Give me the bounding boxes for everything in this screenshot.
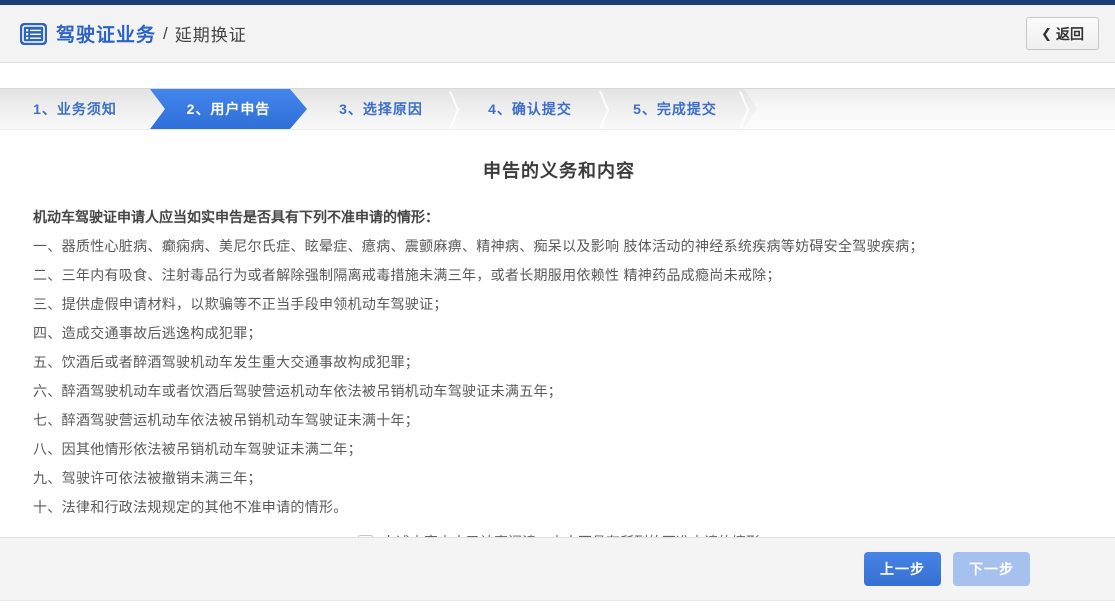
back-button[interactable]: ❮ 返回 [1026, 17, 1099, 50]
step-2-user-declaration-active[interactable]: 2、用户申告 [150, 89, 307, 129]
step-label: 3、选择原因 [339, 101, 423, 117]
declaration-item: 九、驾驶许可依法被撤销未满三年； [33, 470, 262, 486]
declaration-item: 十、法律和行政法规规定的其他不准申请的情形。 [33, 499, 348, 515]
declaration-intro: 机动车驾驶证申请人应当如实申告是否具有下列不准申请的情形： [33, 209, 439, 225]
declaration-item: 四、造成交通事故后逃逸构成犯罪； [33, 325, 262, 341]
breadcrumb-primary: 驾驶证业务 [56, 25, 157, 46]
footer-action-bar: 上一步 下一步 [0, 537, 1115, 601]
header-steps-gap [0, 63, 1115, 88]
list-icon [20, 22, 47, 45]
declaration-item: 五、饮酒后或者醉酒驾驶机动车发生重大交通事故构成犯罪； [33, 354, 420, 370]
step-3-select-reason[interactable]: 3、选择原因 [307, 89, 460, 130]
back-button-label: 返回 [1056, 25, 1084, 42]
page-title: 申告的义务和内容 [483, 161, 635, 181]
step-4-confirm-submit[interactable]: 4、确认提交 [455, 89, 610, 130]
step-5-finish-submit[interactable]: 5、完成提交 [605, 89, 750, 130]
previous-step-button[interactable]: 上一步 [864, 552, 941, 586]
page: 驾驶证业务 / 延期换证 ❮ 返回 1、业务须知 2、用户申告 3、选择原因 4… [0, 0, 1115, 614]
declaration-item: 一、器质性心脏病、癫痫病、美尼尔氏症、眩晕症、癔病、震颤麻痹、精神病、痴呆以及影… [33, 238, 924, 254]
declaration-list: 一、器质性心脏病、癫痫病、美尼尔氏症、眩晕症、癔病、震颤麻痹、精神病、痴呆以及影… [33, 232, 1085, 522]
next-step-button[interactable]: 下一步 [953, 552, 1030, 586]
step-label: 2、用户申告 [186, 101, 271, 117]
declaration-item: 八、因其他情形依法被吊销机动车驾驶证未满二年； [33, 441, 362, 457]
breadcrumb-separator: / [163, 23, 168, 43]
breadcrumb-secondary: 延期换证 [174, 26, 247, 45]
declaration-item: 七、醉酒驾驶营运机动车依法被吊销机动车驾驶证未满十年； [33, 412, 420, 428]
step-label: 1、业务须知 [33, 101, 117, 117]
step-label: 5、完成提交 [633, 101, 717, 117]
declaration-item: 二、三年内有吸食、注射毒品行为或者解除强制隔离戒毒措施未满三年，或者长期服用依赖… [33, 267, 781, 283]
header: 驾驶证业务 / 延期换证 ❮ 返回 [0, 5, 1115, 63]
declaration-item: 六、醉酒驾驶机动车或者饮酒后驾驶营运机动车依法被吊销机动车驾驶证未满五年； [33, 383, 563, 399]
step-label: 4、确认提交 [488, 101, 572, 117]
main-content: 申告的义务和内容 机动车驾驶证申请人应当如实申告是否具有下列不准申请的情形： 一… [0, 130, 1115, 552]
step-progress-bar: 1、业务须知 2、用户申告 3、选择原因 4、确认提交 5、完成提交 [0, 88, 1115, 130]
step-1-business-notice[interactable]: 1、业务须知 [0, 89, 150, 129]
step-bar-filler [744, 89, 1115, 129]
declaration-item: 三、提供虚假申请材料，以欺骗等不正当手段申领机动车驾驶证； [33, 296, 448, 312]
breadcrumb: 驾驶证业务 / 延期换证 [20, 20, 1026, 47]
chevron-left-icon: ❮ [1041, 25, 1052, 41]
